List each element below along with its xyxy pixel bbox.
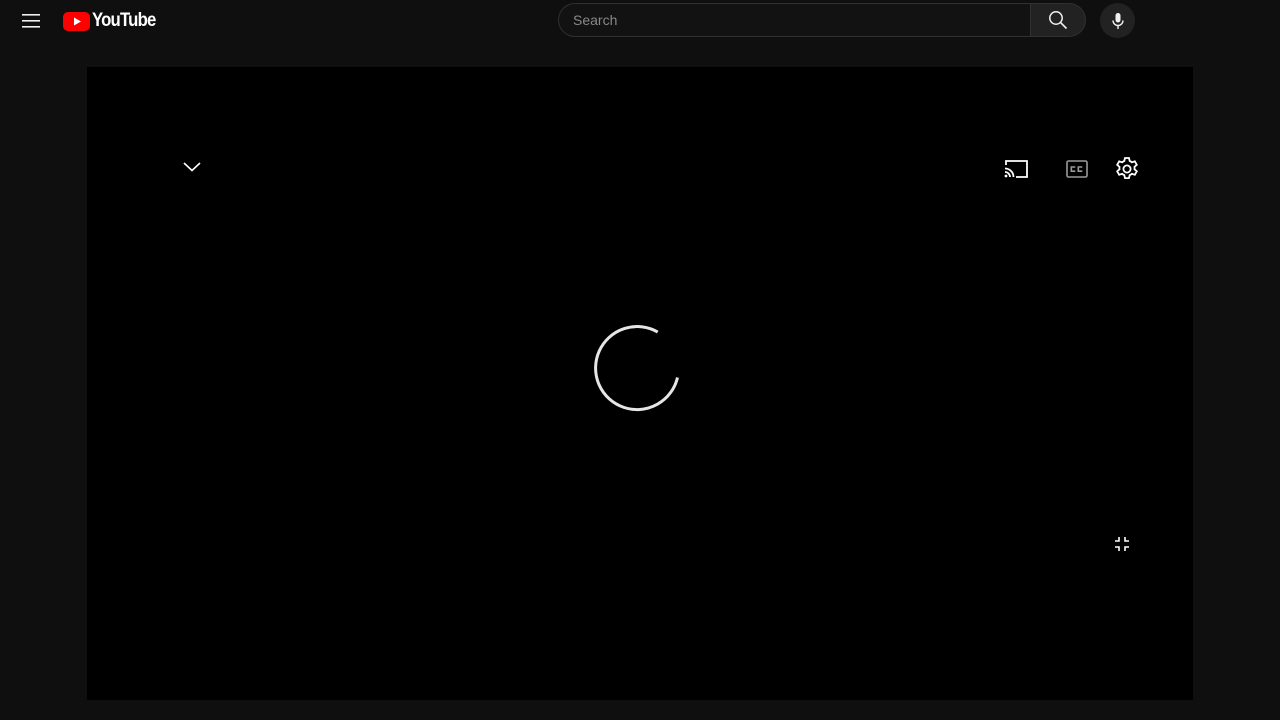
chevron-down-icon: [183, 162, 201, 172]
microphone-icon: [1111, 12, 1124, 29]
hamburger-menu-icon: [22, 14, 40, 28]
exit-fullscreen-icon: [1115, 537, 1129, 551]
gear-icon: [1116, 157, 1138, 179]
collapse-player-button[interactable]: [177, 153, 207, 181]
video-player[interactable]: [87, 67, 1193, 700]
voice-search-button[interactable]: [1100, 3, 1135, 38]
guide-menu-button[interactable]: [16, 6, 46, 36]
settings-button[interactable]: [1111, 153, 1143, 185]
masthead: YouTube: [0, 0, 1280, 56]
search-icon: [1049, 11, 1068, 30]
cast-button[interactable]: [1000, 155, 1032, 183]
search-box: [558, 3, 1030, 37]
subtitles-button[interactable]: [1062, 155, 1092, 183]
youtube-logo[interactable]: YouTube: [63, 9, 164, 33]
loading-spinner-icon: [594, 325, 679, 411]
youtube-play-logo-icon: [63, 11, 90, 31]
exit-fullscreen-button[interactable]: [1110, 533, 1134, 555]
cast-icon: [1004, 160, 1028, 178]
closed-captions-icon: [1066, 160, 1088, 178]
search-input[interactable]: [573, 4, 1013, 36]
search-button[interactable]: [1030, 3, 1086, 37]
logo-wordmark: YouTube: [92, 10, 156, 31]
